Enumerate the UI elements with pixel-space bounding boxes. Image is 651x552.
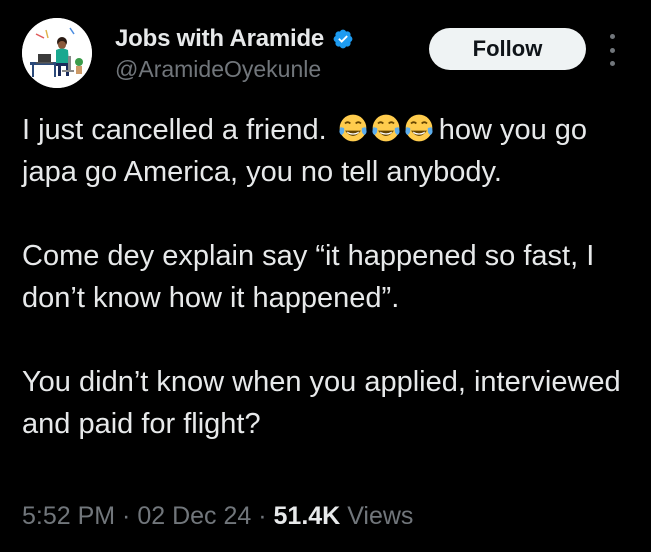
more-vertical-icon[interactable] — [605, 34, 619, 66]
face-with-tears-of-joy-icon — [372, 114, 400, 142]
meta-separator: · — [115, 502, 138, 530]
views-label: Views — [347, 502, 414, 530]
views-count[interactable]: 51.4K — [274, 502, 341, 530]
tweet-paragraph-1: I just cancelled a friend. how you go ja… — [22, 109, 622, 193]
tweet-card: Jobs with Aramide @AramideOyekunle Follo… — [0, 0, 651, 552]
more-dot — [609, 47, 615, 53]
author-handle[interactable]: @AramideOyekunle — [115, 56, 354, 83]
tweet-meta: 5:52 PM · 02 Dec 24 · 51.4K Views — [22, 502, 413, 531]
author-display-name[interactable]: Jobs with Aramide — [115, 25, 324, 53]
tweet-date[interactable]: 02 Dec 24 — [137, 502, 251, 530]
more-dot — [609, 34, 615, 39]
author-names: Jobs with Aramide @AramideOyekunle — [115, 24, 354, 83]
tweet-text: I just cancelled a friend. how you go ja… — [22, 109, 622, 445]
tweet-header: Jobs with Aramide @AramideOyekunle Follo… — [22, 18, 632, 88]
tweet-time[interactable]: 5:52 PM — [22, 502, 115, 530]
follow-button[interactable]: Follow — [429, 28, 586, 70]
emoji-group — [337, 112, 435, 144]
face-with-tears-of-joy-icon — [339, 114, 367, 142]
author-avatar[interactable] — [22, 18, 92, 88]
person-at-laptop-avatar-icon — [22, 18, 92, 88]
more-dot — [609, 61, 615, 66]
meta-separator: · — [251, 502, 274, 530]
paragraph-1-before-emoji: I just cancelled a friend. — [22, 114, 327, 146]
tweet-paragraph-3: You didn’t know when you applied, interv… — [22, 366, 621, 440]
display-name-row: Jobs with Aramide — [115, 24, 354, 54]
face-with-tears-of-joy-icon — [405, 114, 433, 142]
tweet-paragraph-2: Come dey explain say “it happened so fas… — [22, 240, 595, 314]
verified-badge-icon[interactable] — [332, 28, 354, 50]
